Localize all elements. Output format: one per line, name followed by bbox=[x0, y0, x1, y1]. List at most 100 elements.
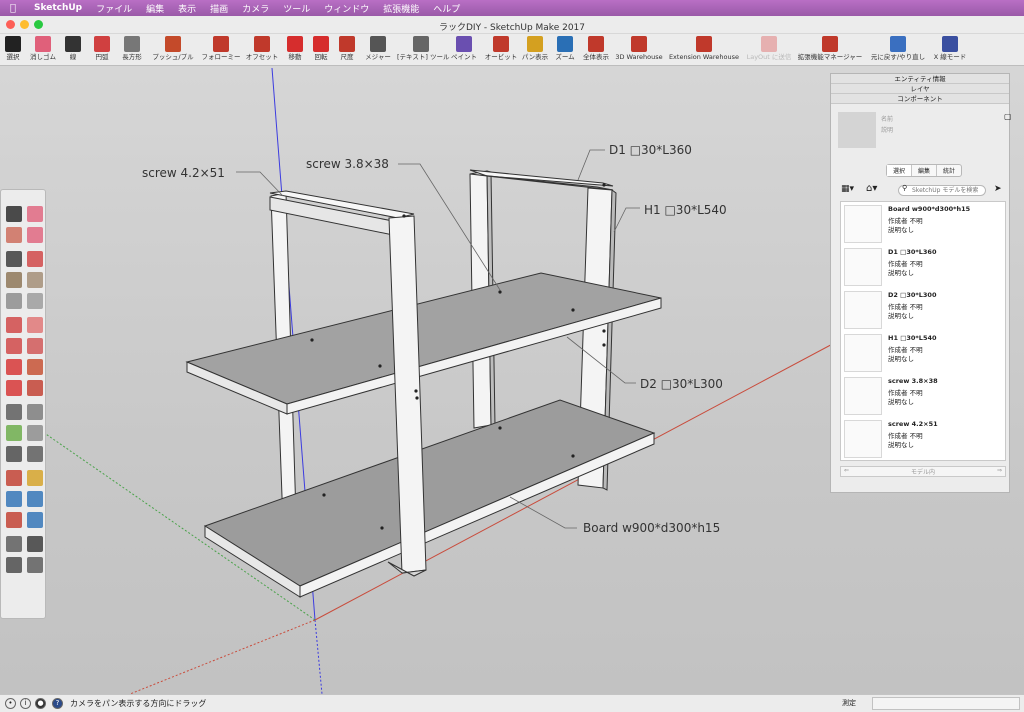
previous-view-icon[interactable] bbox=[27, 536, 43, 552]
toolbar-button-x-ray[interactable]: X 線モード bbox=[928, 34, 972, 66]
label-d2-rail[interactable]: D2 □30*L300 bbox=[640, 377, 723, 391]
toolbar-button-warehouse[interactable]: 3D Warehouse bbox=[615, 34, 663, 66]
component-list-item[interactable]: D2 □30*L300 作成者 不明 説明なし bbox=[841, 288, 1005, 331]
two-point-arc-icon[interactable] bbox=[27, 317, 43, 333]
menu-help[interactable]: ヘルプ bbox=[433, 2, 460, 15]
lower-board-top[interactable] bbox=[203, 399, 656, 587]
component-list-item[interactable]: Board w900*d300*h15 作成者 不明 説明なし bbox=[841, 202, 1005, 245]
menu-draw[interactable]: 描画 bbox=[210, 2, 228, 15]
measurement-input[interactable] bbox=[872, 697, 1020, 710]
arc-icon[interactable] bbox=[6, 317, 22, 333]
toolbar-button-undo-redo[interactable]: 元に戻す/やり直し bbox=[868, 34, 928, 66]
forward-arrow-icon[interactable]: ⇒ bbox=[997, 467, 1002, 474]
toolbar-button-scale[interactable]: 尺度 bbox=[335, 34, 359, 66]
rotate-icon[interactable] bbox=[6, 380, 22, 396]
info-icon[interactable]: i bbox=[20, 698, 31, 709]
menu-window[interactable]: ウィンドウ bbox=[324, 2, 369, 15]
tab-entity-info[interactable]: エンティティ情報 bbox=[831, 74, 1009, 84]
component-list-item[interactable]: screw 4.2×51 作成者 不明 説明なし bbox=[841, 417, 1005, 460]
menu-camera[interactable]: カメラ bbox=[242, 2, 269, 15]
dimension-icon[interactable] bbox=[27, 425, 43, 441]
circle-icon[interactable] bbox=[6, 293, 22, 309]
scale-icon[interactable] bbox=[6, 404, 22, 420]
component-list-item[interactable]: screw 3.8×38 作成者 不明 説明なし bbox=[841, 374, 1005, 417]
follow-me-icon[interactable] bbox=[27, 380, 43, 396]
toolbar-button-arc[interactable]: 円弧 bbox=[88, 34, 116, 66]
offset-icon[interactable] bbox=[27, 404, 43, 420]
orbit-icon[interactable] bbox=[6, 491, 22, 507]
label-screw-3-8[interactable]: screw 3.8×38 bbox=[306, 157, 389, 171]
toolbar-button-rotate[interactable]: 回転 bbox=[309, 34, 333, 66]
toolbar-button-follow-me[interactable]: フォローミー bbox=[200, 34, 242, 66]
3d-text-icon[interactable] bbox=[27, 470, 43, 486]
component-list-item[interactable]: H1 □30*L540 作成者 不明 説明なし bbox=[841, 331, 1005, 374]
geo-location-icon[interactable]: • bbox=[5, 698, 16, 709]
toolbar-button-paint-bucket[interactable]: ペイント bbox=[447, 34, 481, 66]
toolbar-button-eraser[interactable]: 消しゴム bbox=[28, 34, 58, 66]
menu-app-sketchup[interactable]: SketchUp bbox=[34, 3, 82, 13]
three-point-arc-icon[interactable] bbox=[6, 338, 22, 354]
label-screw-4-2[interactable]: screw 4.2×51 bbox=[142, 166, 225, 180]
toolbar-button-offset[interactable]: オフセット bbox=[244, 34, 280, 66]
segment-select[interactable]: 選択 bbox=[887, 165, 912, 176]
protractor-icon[interactable] bbox=[6, 446, 22, 462]
toolbar-button-zoom-extents[interactable]: 全体表示 bbox=[580, 34, 612, 66]
segment-statistics[interactable]: 統計 bbox=[936, 165, 961, 176]
text-icon[interactable] bbox=[27, 446, 43, 462]
menu-tools[interactable]: ツール bbox=[283, 2, 310, 15]
menu-edit[interactable]: 編集 bbox=[146, 2, 164, 15]
toolbar-button-select-arrow[interactable]: 選択 bbox=[0, 34, 26, 66]
move-icon[interactable] bbox=[6, 359, 22, 375]
label-board[interactable]: Board w900*d300*h15 bbox=[583, 521, 720, 535]
position-camera-icon[interactable] bbox=[6, 557, 22, 573]
toolbar-button-move[interactable]: 移動 bbox=[282, 34, 308, 66]
apple-icon[interactable]:  bbox=[10, 3, 20, 14]
menu-extensions[interactable]: 拡張機能 bbox=[383, 2, 419, 15]
rectangle-icon[interactable] bbox=[6, 272, 22, 288]
toolbar-button-pan-hand[interactable]: パン表示 bbox=[520, 34, 550, 66]
freehand-icon[interactable] bbox=[27, 251, 43, 267]
rotated-rectangle-icon[interactable] bbox=[27, 272, 43, 288]
axes-icon[interactable] bbox=[6, 470, 22, 486]
tab-layers[interactable]: レイヤ bbox=[831, 84, 1009, 94]
pencil-icon[interactable] bbox=[6, 251, 22, 267]
eraser-icon[interactable] bbox=[27, 227, 43, 243]
toolbar-button-pencil[interactable]: 線 bbox=[59, 34, 87, 66]
details-arrow-icon[interactable]: ➤ bbox=[994, 184, 1002, 194]
zoom-icon[interactable] bbox=[6, 512, 22, 528]
walk-icon[interactable] bbox=[27, 557, 43, 573]
tape-measure-icon[interactable] bbox=[6, 425, 22, 441]
pan-icon[interactable] bbox=[27, 491, 43, 507]
component-search-input[interactable] bbox=[898, 185, 986, 196]
help-icon[interactable]: ? bbox=[52, 698, 63, 709]
detail-toggle-icon[interactable]: ▢ bbox=[1004, 112, 1012, 121]
user-icon[interactable]: ● bbox=[35, 698, 46, 709]
back-arrow-icon[interactable]: ⇐ bbox=[844, 467, 849, 474]
component-list-item[interactable]: D1 □30*L360 作成者 不明 説明なし bbox=[841, 245, 1005, 288]
menu-view[interactable]: 表示 bbox=[178, 2, 196, 15]
toolbar-button-extension-warehouse[interactable]: Extension Warehouse bbox=[666, 34, 742, 66]
toolbar-button-rectangle[interactable]: 長方形 bbox=[118, 34, 146, 66]
tab-components[interactable]: コンポーネント bbox=[831, 94, 1009, 104]
select-arrow-icon[interactable] bbox=[6, 206, 22, 222]
toolbar-button-zoom[interactable]: ズーム bbox=[552, 34, 578, 66]
toolbar-button-tape-measure[interactable]: メジャー bbox=[362, 34, 394, 66]
paint-bucket-icon[interactable] bbox=[6, 227, 22, 243]
toolbar-button-layout[interactable]: LayOut に送信 bbox=[745, 34, 793, 66]
toolbar-button-push-pull[interactable]: プッシュ/プル bbox=[148, 34, 198, 66]
zoom-window-icon[interactable] bbox=[27, 512, 43, 528]
label-d1-rail[interactable]: D1 □30*L360 bbox=[609, 143, 692, 157]
menu-file[interactable]: ファイル bbox=[96, 2, 132, 15]
toolbar-button-text-tool[interactable]: [テキスト] ツール bbox=[397, 34, 449, 66]
pie-icon[interactable] bbox=[27, 338, 43, 354]
segment-edit[interactable]: 編集 bbox=[911, 165, 936, 176]
push-pull-icon[interactable] bbox=[27, 359, 43, 375]
toolbar-button-extension-manager[interactable]: 拡張機能マネージャー bbox=[795, 34, 865, 66]
polygon-icon[interactable] bbox=[27, 293, 43, 309]
zoom-extents-icon[interactable] bbox=[6, 536, 22, 552]
home-icon[interactable]: ⌂▾ bbox=[866, 183, 877, 194]
toolbar-button-orbit[interactable]: オービット bbox=[484, 34, 518, 66]
view-options-icon[interactable]: ▦▾ bbox=[841, 184, 854, 194]
label-h1-post[interactable]: H1 □30*L540 bbox=[644, 203, 727, 217]
make-component-icon[interactable] bbox=[27, 206, 43, 222]
